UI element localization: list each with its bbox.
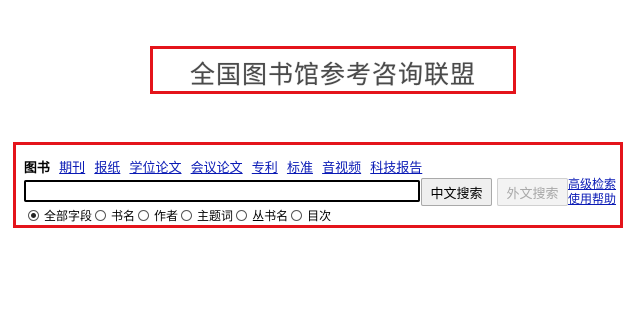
side-links: 高级检索 使用帮助 [568,177,616,207]
tab-newspapers[interactable]: 报纸 [94,161,120,176]
radio-icon[interactable] [291,210,303,221]
field-option-subject[interactable]: 主题词 [181,207,233,224]
site-logo-text: 全国图书馆参考咨询联盟 [189,60,476,89]
help-link[interactable]: 使用帮助 [568,192,616,207]
radio-icon[interactable] [181,210,193,221]
search-field-options: 全部字段 书名 作者 主题词 丛书名 目次 [28,207,334,224]
field-option-author[interactable]: 作者 [138,207,178,224]
field-option-label: 全部字段 [44,209,93,223]
tab-dissertations[interactable]: 学位论文 [129,161,181,176]
tab-journals[interactable]: 期刊 [59,161,85,176]
radio-checked-icon[interactable] [28,210,39,221]
chinese-search-button[interactable]: 中文搜索 [421,178,492,206]
field-option-title[interactable]: 书名 [95,207,135,224]
field-option-label: 丛书名 [252,209,289,223]
logo-highlight-frame: 全国图书馆参考咨询联盟 [150,46,516,94]
search-panel-frame: 图书 期刊 报纸 学位论文 会议论文 专利 标准 音视频 科技报告 中文搜索 外… [13,142,623,228]
field-option-label: 主题词 [197,209,234,223]
field-option-label: 书名 [111,209,136,223]
field-option-all[interactable]: 全部字段 [28,207,92,224]
field-option-label: 目次 [307,209,332,223]
tab-books[interactable]: 图书 [24,161,50,176]
radio-icon[interactable] [138,210,150,221]
advanced-search-link[interactable]: 高级检索 [568,177,616,192]
tab-patents[interactable]: 专利 [252,161,278,176]
tab-audio-video[interactable]: 音视频 [322,161,361,176]
field-option-label: 作者 [154,209,179,223]
search-input[interactable] [24,180,420,202]
radio-icon[interactable] [236,210,248,221]
tab-tech-reports[interactable]: 科技报告 [370,161,422,176]
radio-icon[interactable] [95,210,107,221]
field-option-contents[interactable]: 目次 [291,207,331,224]
foreign-search-button[interactable]: 外文搜索 [497,178,568,206]
category-tabs: 图书 期刊 报纸 学位论文 会议论文 专利 标准 音视频 科技报告 [24,157,427,176]
tab-standards[interactable]: 标准 [287,161,313,176]
field-option-series[interactable]: 丛书名 [236,207,288,224]
tab-conference-papers[interactable]: 会议论文 [191,161,243,176]
